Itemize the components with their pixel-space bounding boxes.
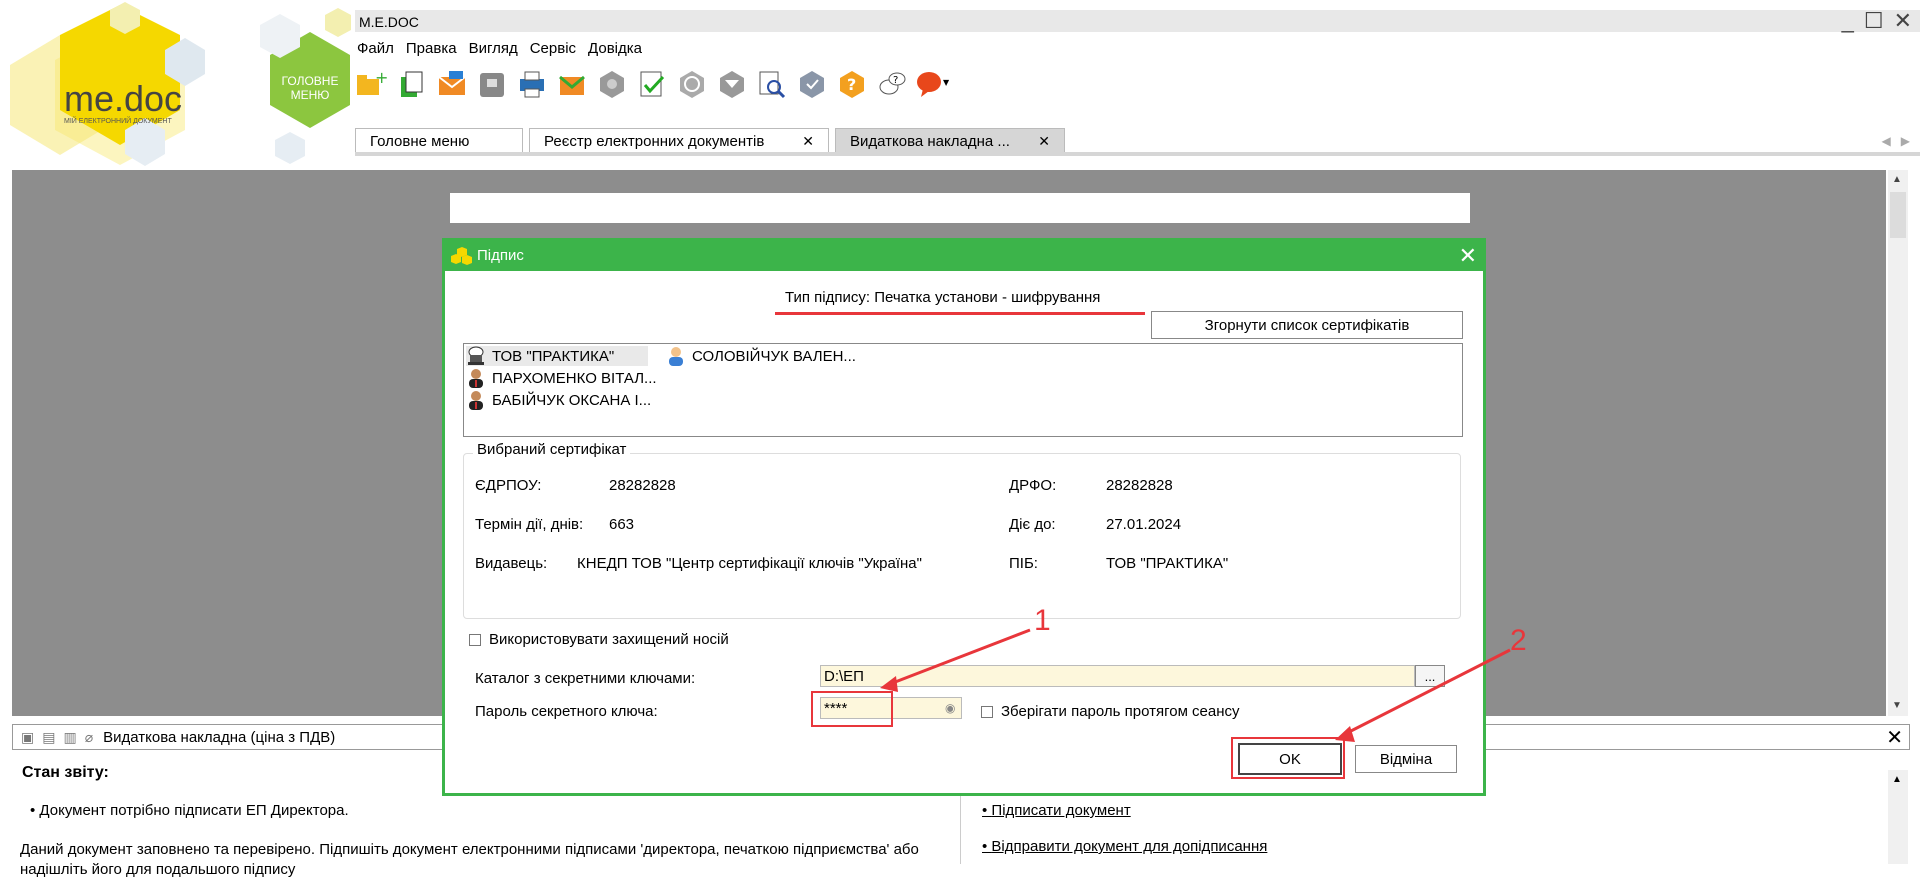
annotation-number-1: 1 bbox=[1034, 604, 1051, 637]
annotation-number-2: 2 bbox=[1510, 624, 1527, 657]
annotation-arrows bbox=[880, 628, 1511, 742]
